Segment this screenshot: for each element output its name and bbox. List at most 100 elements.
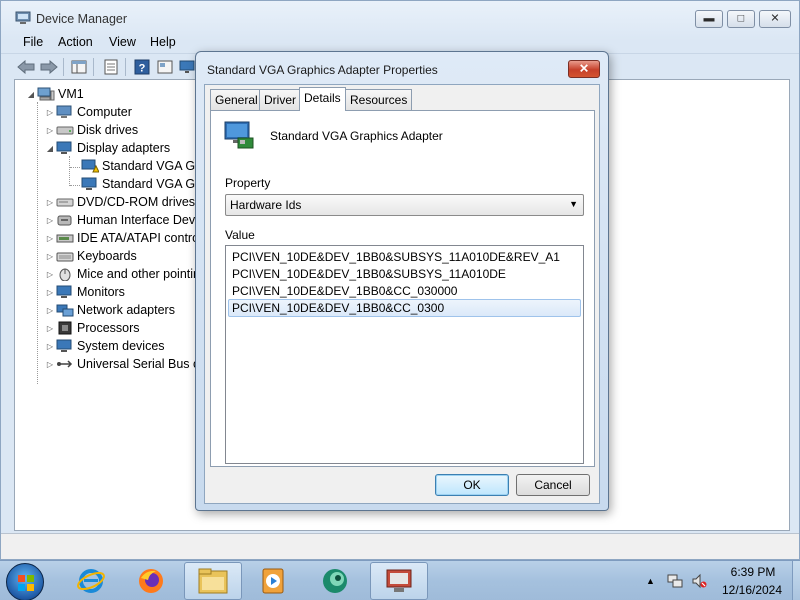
ok-button[interactable]: OK — [435, 474, 509, 496]
taskbar-file-explorer[interactable] — [184, 562, 242, 600]
help-button[interactable]: ? — [132, 57, 152, 77]
close-icon: ✕ — [770, 12, 780, 25]
taskbar-device-manager[interactable] — [370, 562, 428, 600]
view-icon — [157, 60, 173, 74]
tree-item-label: Disk drives — [77, 123, 139, 137]
cancel-button[interactable]: Cancel — [516, 474, 590, 496]
clock-date[interactable]: 12/16/2024 — [717, 583, 787, 597]
tab-general[interactable]: General — [210, 89, 263, 110]
tree-item-computer[interactable]: ▷ Computer — [44, 103, 132, 121]
volume-muted-icon[interactable] — [691, 573, 707, 589]
tree-item-label: Mice and other pointin — [77, 267, 200, 281]
show-desktop-button[interactable] — [792, 561, 800, 600]
value-item[interactable]: PCI\VEN_10DE&DEV_1BB0&CC_030000 — [228, 282, 581, 300]
taskbar-app[interactable] — [306, 562, 364, 600]
maximize-button[interactable]: □ — [727, 10, 755, 28]
show-hidden-icons-icon[interactable]: ▲ — [646, 576, 655, 586]
menu-action[interactable]: Action — [58, 35, 93, 49]
tree-item-ide[interactable]: ▷ IDE ATA/ATAPI contro — [44, 229, 199, 247]
tree-root[interactable]: ◢ VM1 — [25, 85, 84, 103]
system-icon — [56, 339, 72, 352]
expand-arrow-icon[interactable]: ▷ — [44, 342, 56, 351]
value-item[interactable]: PCI\VEN_10DE&DEV_1BB0&SUBSYS_11A010DE — [228, 265, 581, 283]
expand-arrow-icon[interactable]: ▷ — [44, 360, 56, 369]
expand-arrow-icon[interactable]: ▷ — [44, 252, 56, 261]
monitor-icon — [179, 60, 195, 73]
value-item-selected[interactable]: PCI\VEN_10DE&DEV_1BB0&CC_0300 — [228, 299, 581, 317]
tab-resources[interactable]: Resources — [345, 89, 413, 110]
menu-view[interactable]: View — [109, 35, 136, 49]
property-dropdown-value: Hardware Ids — [230, 198, 302, 212]
property-label: Property — [225, 176, 271, 190]
expand-arrow-icon[interactable]: ▷ — [44, 324, 56, 333]
computer-icon — [37, 87, 55, 101]
clock-time[interactable]: 6:39 PM — [722, 565, 784, 579]
back-button[interactable] — [16, 57, 36, 77]
dialog-close-button[interactable]: ✕ — [568, 60, 600, 78]
property-dropdown[interactable]: Hardware Ids ▼ — [225, 194, 584, 216]
tree-item-network-adapters[interactable]: ▷ Network adapters — [44, 301, 175, 319]
view-button[interactable] — [155, 57, 175, 77]
tree-item-label: Computer — [77, 105, 132, 119]
tree-item-mice[interactable]: ▷ Mice and other pointin — [44, 265, 200, 283]
chevron-down-icon: ▼ — [569, 199, 578, 209]
value-list[interactable]: PCI\VEN_10DE&DEV_1BB0&SUBSYS_11A010DE&RE… — [225, 245, 584, 464]
tree-item-label: DVD/CD-ROM drives — [77, 195, 196, 209]
tree-item-disk-drives[interactable]: ▷ Disk drives — [44, 121, 138, 139]
minimize-button[interactable]: ▬ — [695, 10, 723, 28]
tree-item-usb[interactable]: ▷ Universal Serial Bus co — [44, 355, 206, 373]
forward-button[interactable] — [39, 57, 59, 77]
media-player-icon — [262, 568, 284, 594]
close-button[interactable]: ✕ — [759, 10, 791, 28]
expand-arrow-icon[interactable]: ▷ — [44, 108, 56, 117]
start-button[interactable] — [6, 563, 44, 600]
value-label: Value — [225, 228, 255, 242]
properties-button[interactable] — [101, 57, 121, 77]
tree-item-dvd-drives[interactable]: ▷ DVD/CD-ROM drives — [44, 193, 195, 211]
tree-item-vga-2[interactable]: Standard VGA Grap — [81, 175, 213, 193]
display-adapter-icon — [56, 141, 72, 154]
tree-root-label: VM1 — [58, 87, 84, 101]
hid-icon — [57, 215, 72, 226]
network-icon[interactable] — [667, 573, 683, 589]
tab-details[interactable]: Details — [299, 87, 346, 111]
tree-item-display-adapters[interactable]: ◢ Display adapters — [44, 139, 170, 157]
toolbar-separator — [63, 58, 64, 76]
title-bar[interactable]: Device Manager ▬ □ ✕ — [1, 1, 799, 33]
console-tree-button[interactable] — [69, 57, 89, 77]
toolbar-separator — [125, 58, 126, 76]
expand-arrow-icon[interactable]: ▷ — [44, 126, 56, 135]
expand-arrow-icon[interactable]: ▷ — [44, 198, 56, 207]
taskbar: ▲ — [0, 560, 800, 600]
scan-hardware-button[interactable] — [177, 57, 197, 77]
tree-item-label: System devices — [77, 339, 165, 353]
keyboard-icon — [56, 252, 74, 262]
taskbar-media-player[interactable] — [244, 562, 302, 600]
status-bar — [1, 533, 799, 559]
collapse-arrow-icon[interactable]: ◢ — [25, 90, 37, 99]
usb-icon — [57, 360, 73, 368]
expand-arrow-icon[interactable]: ▷ — [44, 306, 56, 315]
menu-help[interactable]: Help — [150, 35, 176, 49]
tree-item-vga-1[interactable]: Standard VGA Grap — [81, 157, 213, 175]
taskbar-internet-explorer[interactable] — [62, 562, 120, 600]
menu-file[interactable]: File — [23, 35, 43, 49]
tree-item-processors[interactable]: ▷ Processors — [44, 319, 140, 337]
expand-arrow-icon[interactable]: ▷ — [44, 216, 56, 225]
tree-item-hid[interactable]: ▷ Human Interface Devic — [44, 211, 204, 229]
tree-item-keyboards[interactable]: ▷ Keyboards — [44, 247, 137, 265]
value-item[interactable]: PCI\VEN_10DE&DEV_1BB0&SUBSYS_11A010DE&RE… — [228, 248, 581, 266]
expand-arrow-icon[interactable]: ▷ — [44, 234, 56, 243]
expand-arrow-icon[interactable]: ▷ — [44, 288, 56, 297]
taskbar-firefox[interactable] — [122, 562, 180, 600]
forward-arrow-icon — [40, 60, 58, 74]
tab-driver[interactable]: Driver — [259, 89, 301, 110]
processor-icon — [58, 321, 72, 335]
collapse-arrow-icon[interactable]: ◢ — [44, 144, 56, 153]
tree-item-monitors[interactable]: ▷ Monitors — [44, 283, 125, 301]
computer-icon — [56, 105, 72, 118]
tree-item-system-devices[interactable]: ▷ System devices — [44, 337, 165, 355]
expand-arrow-icon[interactable]: ▷ — [44, 270, 56, 279]
back-arrow-icon — [17, 60, 35, 74]
tree-connector — [37, 102, 38, 384]
